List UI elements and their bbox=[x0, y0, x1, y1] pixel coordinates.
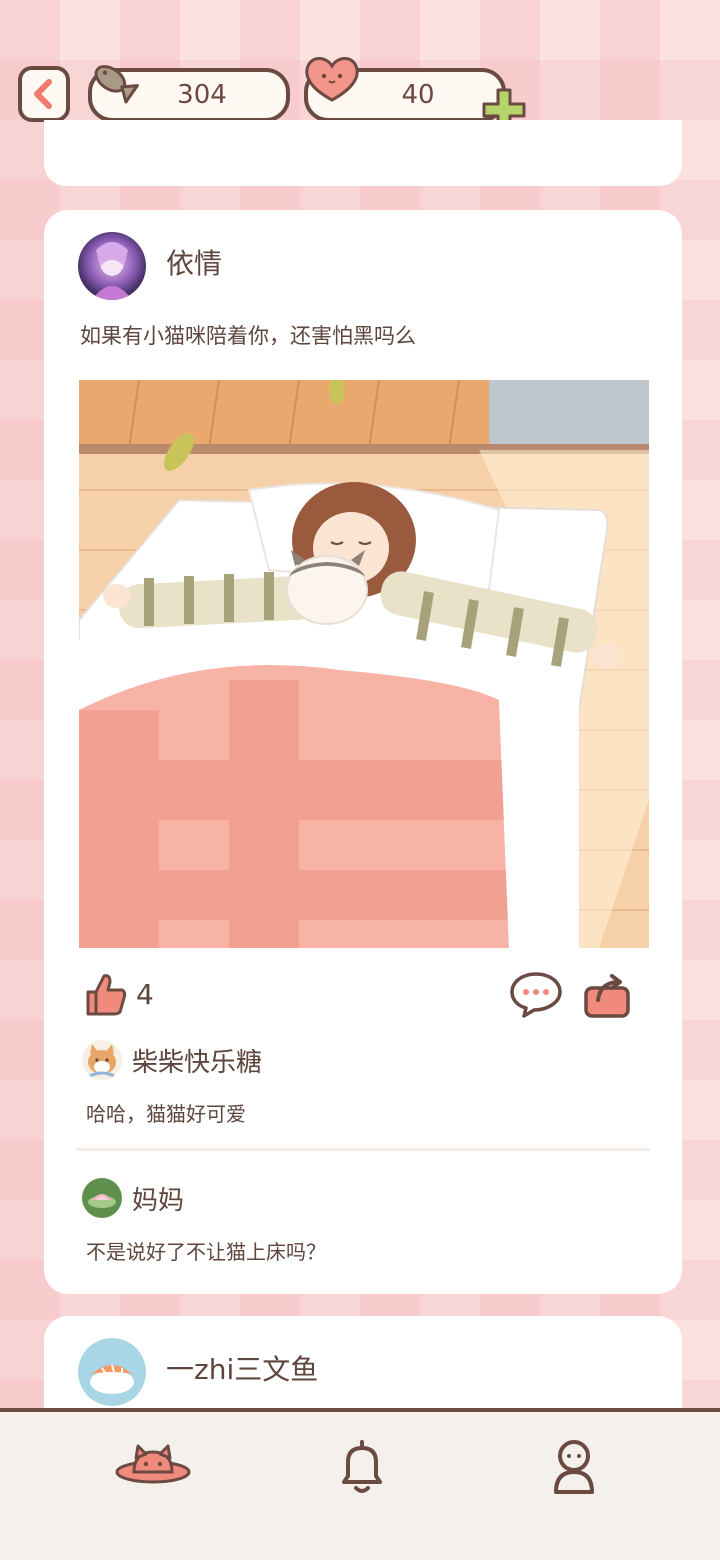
back-button[interactable] bbox=[18, 66, 70, 122]
bottom-navigation bbox=[0, 1408, 720, 1560]
fish-icon bbox=[94, 65, 139, 104]
fish-count: 304 bbox=[177, 80, 227, 110]
back-icon bbox=[34, 79, 52, 109]
heart-icon bbox=[305, 57, 359, 102]
previous-post-card bbox=[44, 120, 682, 186]
profile-icon[interactable] bbox=[550, 1436, 598, 1498]
author-avatar[interactable] bbox=[78, 232, 146, 300]
commenter-name[interactable]: 柴柴快乐糖 bbox=[132, 1042, 262, 1079]
post-text: 如果有小猫咪陪着你，还害怕黑吗么 bbox=[80, 324, 416, 348]
post-author-name[interactable]: 依情 bbox=[166, 242, 222, 282]
heart-count: 40 bbox=[401, 80, 435, 110]
cat-planet-icon[interactable] bbox=[114, 1442, 192, 1494]
like-count: 4 bbox=[136, 978, 154, 1011]
post-image[interactable] bbox=[79, 380, 649, 948]
post-author-name[interactable]: 一zhi三文鱼 bbox=[166, 1348, 318, 1388]
comment-text: 哈哈，猫猫好可爱 bbox=[86, 1102, 246, 1126]
comment-text: 不是说好了不让猫上床吗？ bbox=[86, 1240, 326, 1264]
comment-icon[interactable] bbox=[508, 970, 564, 1018]
commenter-avatar[interactable] bbox=[82, 1178, 122, 1218]
like-icon[interactable] bbox=[84, 970, 128, 1018]
share-icon[interactable] bbox=[582, 970, 634, 1020]
post-card: 依情 如果有小猫咪陪着你，还害怕黑吗么 4 柴柴快乐糖 哈哈，猫猫好可爱 妈妈 … bbox=[44, 210, 682, 1294]
commenter-avatar[interactable] bbox=[82, 1040, 122, 1080]
bell-icon[interactable] bbox=[334, 1436, 390, 1498]
author-avatar[interactable] bbox=[78, 1338, 146, 1406]
comment-divider bbox=[76, 1148, 650, 1151]
commenter-name[interactable]: 妈妈 bbox=[132, 1180, 184, 1217]
